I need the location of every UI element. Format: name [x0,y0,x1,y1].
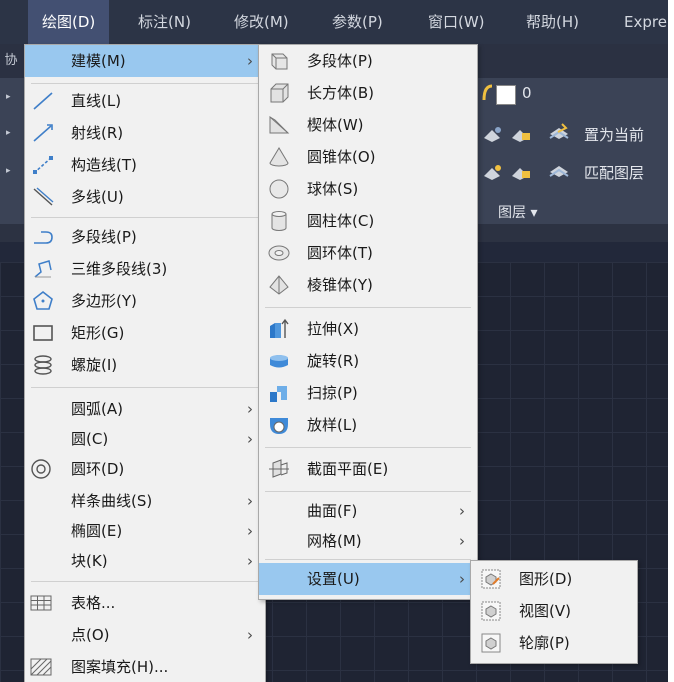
menu-item-pyramid[interactable]: 棱锥体(Y) [259,269,477,301]
menu-item-cone[interactable]: 圆锥体(O) [259,141,477,173]
menu-item-modeling[interactable]: 建模(M) › [25,45,265,77]
layer-tool-icon[interactable] [482,124,504,144]
helix-icon [34,355,52,375]
doc-tab[interactable]: 协 [0,44,22,78]
menu-item-table[interactable]: 表格... [25,587,265,619]
layer-color-swatch[interactable] [496,85,516,105]
multiline-icon [33,187,54,206]
polygon-icon [33,290,53,310]
menu-item-polysolid[interactable]: 多段体(P) [259,45,477,77]
menu-item-drawing[interactable]: 图形(D) [471,563,637,595]
menu-item-hatch[interactable]: 图案填充(H)... [25,651,265,682]
construction-line-icon [33,156,53,174]
donut-icon [31,459,51,479]
menu-item-wedge[interactable]: 楔体(W) [259,109,477,141]
layer-lock-icon[interactable] [510,162,532,182]
rectangle-icon [33,325,53,341]
menu-item-3d-polyline[interactable]: 三维多段线(3) [25,253,265,285]
menu-item-setup[interactable]: 设置(U) › [259,563,477,595]
menu-item-circle[interactable]: 圆(C) › [25,423,265,455]
wedge-icon [269,115,290,134]
menu-item-line[interactable]: 直线(L) [25,85,265,117]
layer-lock-icon[interactable] [510,124,532,144]
menu-item-profile[interactable]: 轮廓(P) [471,627,637,659]
polysolid-icon [271,53,288,70]
cylinder-icon [271,211,287,231]
box-icon [270,83,289,103]
layer-tool-icon[interactable] [482,162,504,182]
set-current-icon[interactable] [548,122,570,142]
menu-item-rectangle[interactable]: 矩形(G) [25,317,265,349]
setup-view-icon [481,601,501,621]
setup-profile-icon [481,633,501,653]
menubar: 绘图(D) 标注(N) 修改(M) 参数(P) 窗口(W) 帮助(H) Expr… [0,0,668,44]
menu-item-ellipse[interactable]: 椭圆(E) › [25,515,265,547]
menu-item-construction-line[interactable]: 构造线(T) [25,149,265,181]
menu-item-surface[interactable]: 曲面(F) › [259,495,477,527]
menu-item-donut[interactable]: 圆环(D) [25,453,265,485]
match-layer-label[interactable]: 匹配图层 [584,162,644,183]
3d-polyline-icon [34,260,52,278]
menu-item-revolve[interactable]: 旋转(R) [259,345,477,377]
menu-window[interactable]: 窗口(W) [428,0,485,44]
menu-item-loft[interactable]: 放样(L) [259,409,477,441]
loft-icon [270,418,288,434]
hatch-icon [30,658,52,676]
setup-drawing-icon [481,569,501,589]
menu-modify[interactable]: 修改(M) [234,0,289,44]
menu-item-polygon[interactable]: 多边形(Y) [25,285,265,317]
menu-item-section-plane[interactable]: 截面平面(E) [259,453,477,485]
layer-panel-title[interactable]: 图层 ▾ [498,202,537,222]
line-icon [33,92,53,110]
set-current-label[interactable]: 置为当前 [584,124,644,145]
table-icon [30,595,52,611]
ribbon-expand-icon[interactable]: ▸ [6,92,11,102]
menu-item-point[interactable]: 点(O) › [25,619,265,651]
layer-name: 0 [522,84,532,102]
extrude-icon [270,318,289,338]
menu-parametric[interactable]: 参数(P) [332,0,383,44]
menu-express[interactable]: Expre [624,0,667,44]
menu-item-spline[interactable]: 样条曲线(S) › [25,485,265,517]
menu-item-cylinder[interactable]: 圆柱体(C) [259,205,477,237]
menu-item-mesh[interactable]: 网格(M) › [259,525,477,557]
sphere-icon [269,179,289,199]
menu-item-helix[interactable]: 螺旋(I) [25,349,265,381]
menu-dimension[interactable]: 标注(N) [138,0,191,44]
modeling-menu: 多段体(P) 长方体(B) 楔体(W) 圆锥体(O) 球体(S) 圆柱体(C) … [258,44,478,600]
menu-help[interactable]: 帮助(H) [526,0,579,44]
ray-icon [33,124,53,142]
torus-icon [268,245,290,261]
menu-item-arc[interactable]: 圆弧(A) › [25,393,265,425]
ribbon-expand-icon[interactable]: ▸ [6,166,11,176]
section-plane-icon [269,459,289,478]
revolve-icon [270,355,288,368]
menu-item-block[interactable]: 块(K) › [25,545,265,577]
ribbon-expand-icon[interactable]: ▸ [6,128,11,138]
menu-item-multiline[interactable]: 多线(U) [25,181,265,213]
menu-item-view[interactable]: 视图(V) [471,595,637,627]
pyramid-icon [269,275,289,295]
menu-item-polyline[interactable]: 多段线(P) [25,221,265,253]
sweep-icon [270,386,287,402]
menu-item-extrude[interactable]: 拉伸(X) [259,313,477,345]
layer-color-handle-icon [482,84,493,101]
draw-menu: 建模(M) › 直线(L) 射线(R) 构造线(T) 多线(U) 多段线(P) … [24,44,266,682]
menu-item-torus[interactable]: 圆环体(T) [259,237,477,269]
cone-icon [269,147,289,167]
app-window: 绘图(D) 标注(N) 修改(M) 参数(P) 窗口(W) 帮助(H) Expr… [0,0,668,682]
menu-item-sweep[interactable]: 扫掠(P) [259,377,477,409]
match-layer-icon[interactable] [548,160,570,180]
menu-item-box[interactable]: 长方体(B) [259,77,477,109]
polyline-icon [34,231,53,244]
menu-item-sphere[interactable]: 球体(S) [259,173,477,205]
setup-menu: 图形(D) 视图(V) 轮廓(P) [470,560,638,664]
menu-draw[interactable]: 绘图(D) [28,0,110,44]
menu-item-ray[interactable]: 射线(R) [25,117,265,149]
